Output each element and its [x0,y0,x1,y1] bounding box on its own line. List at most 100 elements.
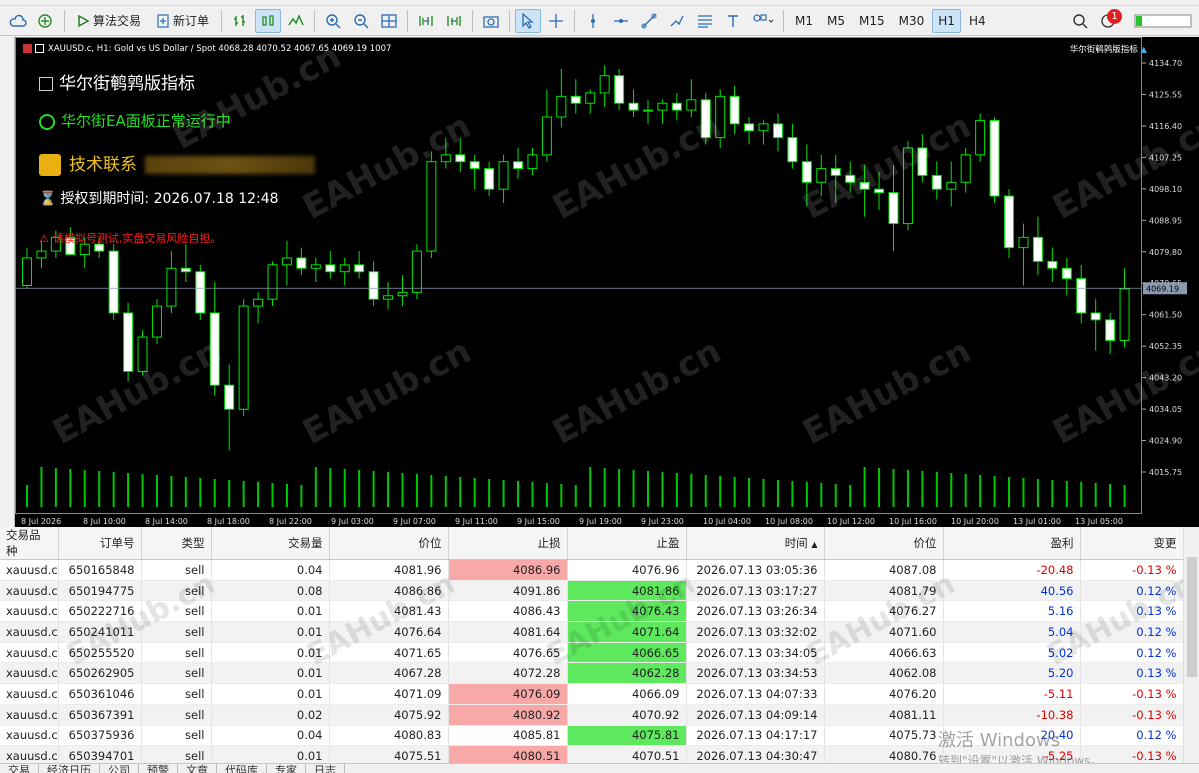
table-row[interactable]: xauusd.c 650262905 sell 0.01 4067.28 4072.28 4… [0,662,1184,685]
algo-trading-button[interactable]: 算法交易 [70,9,148,33]
cell-take-profit: 4081.86 [567,580,687,602]
cell-open-price: 4067.28 [329,662,449,685]
candle-body [599,75,610,94]
col-current-price[interactable]: 价位 [824,527,944,560]
screenshot-icon[interactable] [478,9,504,33]
cell-profit: 5.04 [943,621,1081,643]
search-icon[interactable] [1067,9,1093,33]
candle-body [541,116,552,156]
shapes-icon[interactable] [748,9,778,33]
cell-volume: 0.01 [211,745,330,763]
candle-body [498,161,509,190]
cell-current-price: 4066.63 [824,642,944,664]
table-row[interactable]: xauusd.c 650367391 sell 0.02 4075.92 4080.92 4… [0,704,1184,726]
table-row[interactable]: xauusd.c 650255520 sell 0.01 4071.65 4076.65 4… [0,642,1184,664]
chart-menu-icon[interactable] [23,44,32,53]
bar-chart-icon[interactable] [227,9,253,33]
tab-trade[interactable]: 交易 [0,764,39,773]
zoom-in-icon[interactable] [320,9,346,33]
tab-experts[interactable]: 专家 [267,764,306,773]
cell-symbol: xauusd.c [0,683,59,705]
col-time[interactable]: 时间 ▲ [686,527,825,560]
timeframe-m15[interactable]: M15 [853,9,891,33]
time-tick-label: 8 Jul 14:00 [145,517,188,526]
cell-profit: 5.20 [943,662,1081,685]
horizontal-line-icon[interactable] [608,9,634,33]
table-header-row: 交易品种 订单号 类型 交易量 价位 止损 止盈 时间 ▲ 价位 盈利 变更 [0,527,1184,560]
text-tool-icon[interactable] [720,9,746,33]
table-scrollbar[interactable] [1183,527,1199,763]
chart-shift-icon[interactable] [413,9,439,33]
channel-icon[interactable] [692,9,718,33]
candlestick-icon[interactable] [255,8,282,33]
cloud-icon[interactable] [5,9,31,33]
tab-codebase[interactable]: 代码库 [217,764,267,773]
notifications-button[interactable]: 1 [1095,8,1122,33]
col-ticket[interactable]: 订单号 [58,527,142,560]
cell-stop-loss: 4072.28 [448,662,568,685]
cell-time: 2026.07.13 03:34:05 [686,642,825,664]
new-order-button[interactable]: 新订单 [150,9,216,33]
timeframe-h4[interactable]: H4 [963,9,992,33]
time-tick-label: 10 Jul 20:00 [951,517,999,526]
tab-company[interactable]: 公司 [100,764,139,773]
tab-alerts[interactable]: 预警 [139,764,178,773]
candle-body [166,267,177,307]
candle-body [325,264,336,273]
col-volume[interactable]: 交易量 [211,527,330,560]
timeframe-m5[interactable]: M5 [821,9,851,33]
timeframe-m30[interactable]: M30 [893,9,931,33]
col-type[interactable]: 类型 [141,527,212,560]
tab-journal[interactable]: 日志 [306,764,345,773]
cursor-icon[interactable] [515,8,542,33]
tab-calendar[interactable]: 经济日历 [39,764,100,773]
cell-profit: -5.11 [943,683,1081,705]
price-chart[interactable]: 4134.70 4125.55 4116.40 4107.25 4098.10 4088.… [15,36,1199,527]
price-tick-label: 4125.55 [1149,90,1182,99]
col-symbol[interactable]: 交易品种 [0,527,59,560]
trend-line-icon[interactable] [636,9,662,33]
left-panel-strip [0,37,15,527]
cell-take-profit: 4075.81 [567,725,687,747]
table-row[interactable]: xauusd.c 650165848 sell 0.04 4081.96 4086.96 4… [0,559,1184,581]
expiry-value: 2026.07.18 12:48 [153,191,279,207]
col-profit[interactable]: 盈利 [943,527,1081,560]
timeframe-h1[interactable]: H1 [932,8,961,33]
cell-current-price: 4081.79 [824,580,944,602]
cell-volume: 0.01 [211,600,330,623]
polyline-icon[interactable] [664,9,690,33]
candle-body [455,154,466,163]
line-chart-icon[interactable] [283,9,309,33]
cell-ticket: 650222716 [58,600,142,623]
table-row[interactable]: xauusd.c 650222716 sell 0.01 4081.43 4086.43 4… [0,600,1184,623]
time-tick-label: 8 Jul 18:00 [207,517,250,526]
zoom-out-icon[interactable] [348,9,374,33]
cell-type: sell [141,642,212,664]
chart-box-icon [39,77,53,91]
col-change[interactable]: 变更 [1080,527,1184,560]
scrollbar-thumb[interactable] [1187,557,1197,677]
crosshair-icon[interactable] [543,9,569,33]
vertical-line-icon[interactable] [580,9,606,33]
new-chart-icon[interactable] [33,9,59,33]
tile-windows-icon[interactable] [376,9,402,33]
autoscroll-icon[interactable] [441,9,467,33]
candle-body [642,109,653,112]
cell-current-price: 4076.27 [824,600,944,623]
candle-body [253,298,264,307]
cell-current-price: 4062.08 [824,662,944,685]
tab-articles[interactable]: 文章 [178,764,217,773]
col-take-profit[interactable]: 止盈 [567,527,687,560]
col-stop-loss[interactable]: 止损 [448,527,568,560]
table-row[interactable]: xauusd.c 650194775 sell 0.08 4086.86 4091.86 4… [0,580,1184,602]
table-row[interactable]: xauusd.c 650241011 sell 0.01 4076.64 4081.64 4… [0,621,1184,643]
table-row[interactable]: xauusd.c 650361046 sell 0.01 4071.09 4076.09 4… [0,683,1184,705]
candle-body [123,312,134,372]
candle-body [1090,312,1101,321]
col-open-price[interactable]: 价位 [329,527,449,560]
candle-body [195,271,206,314]
time-tick-label: 9 Jul 07:00 [393,517,436,526]
timeframe-m1[interactable]: M1 [789,9,819,33]
time-tick-label: 8 Jul 10:00 [83,517,126,526]
cell-type: sell [141,600,212,623]
